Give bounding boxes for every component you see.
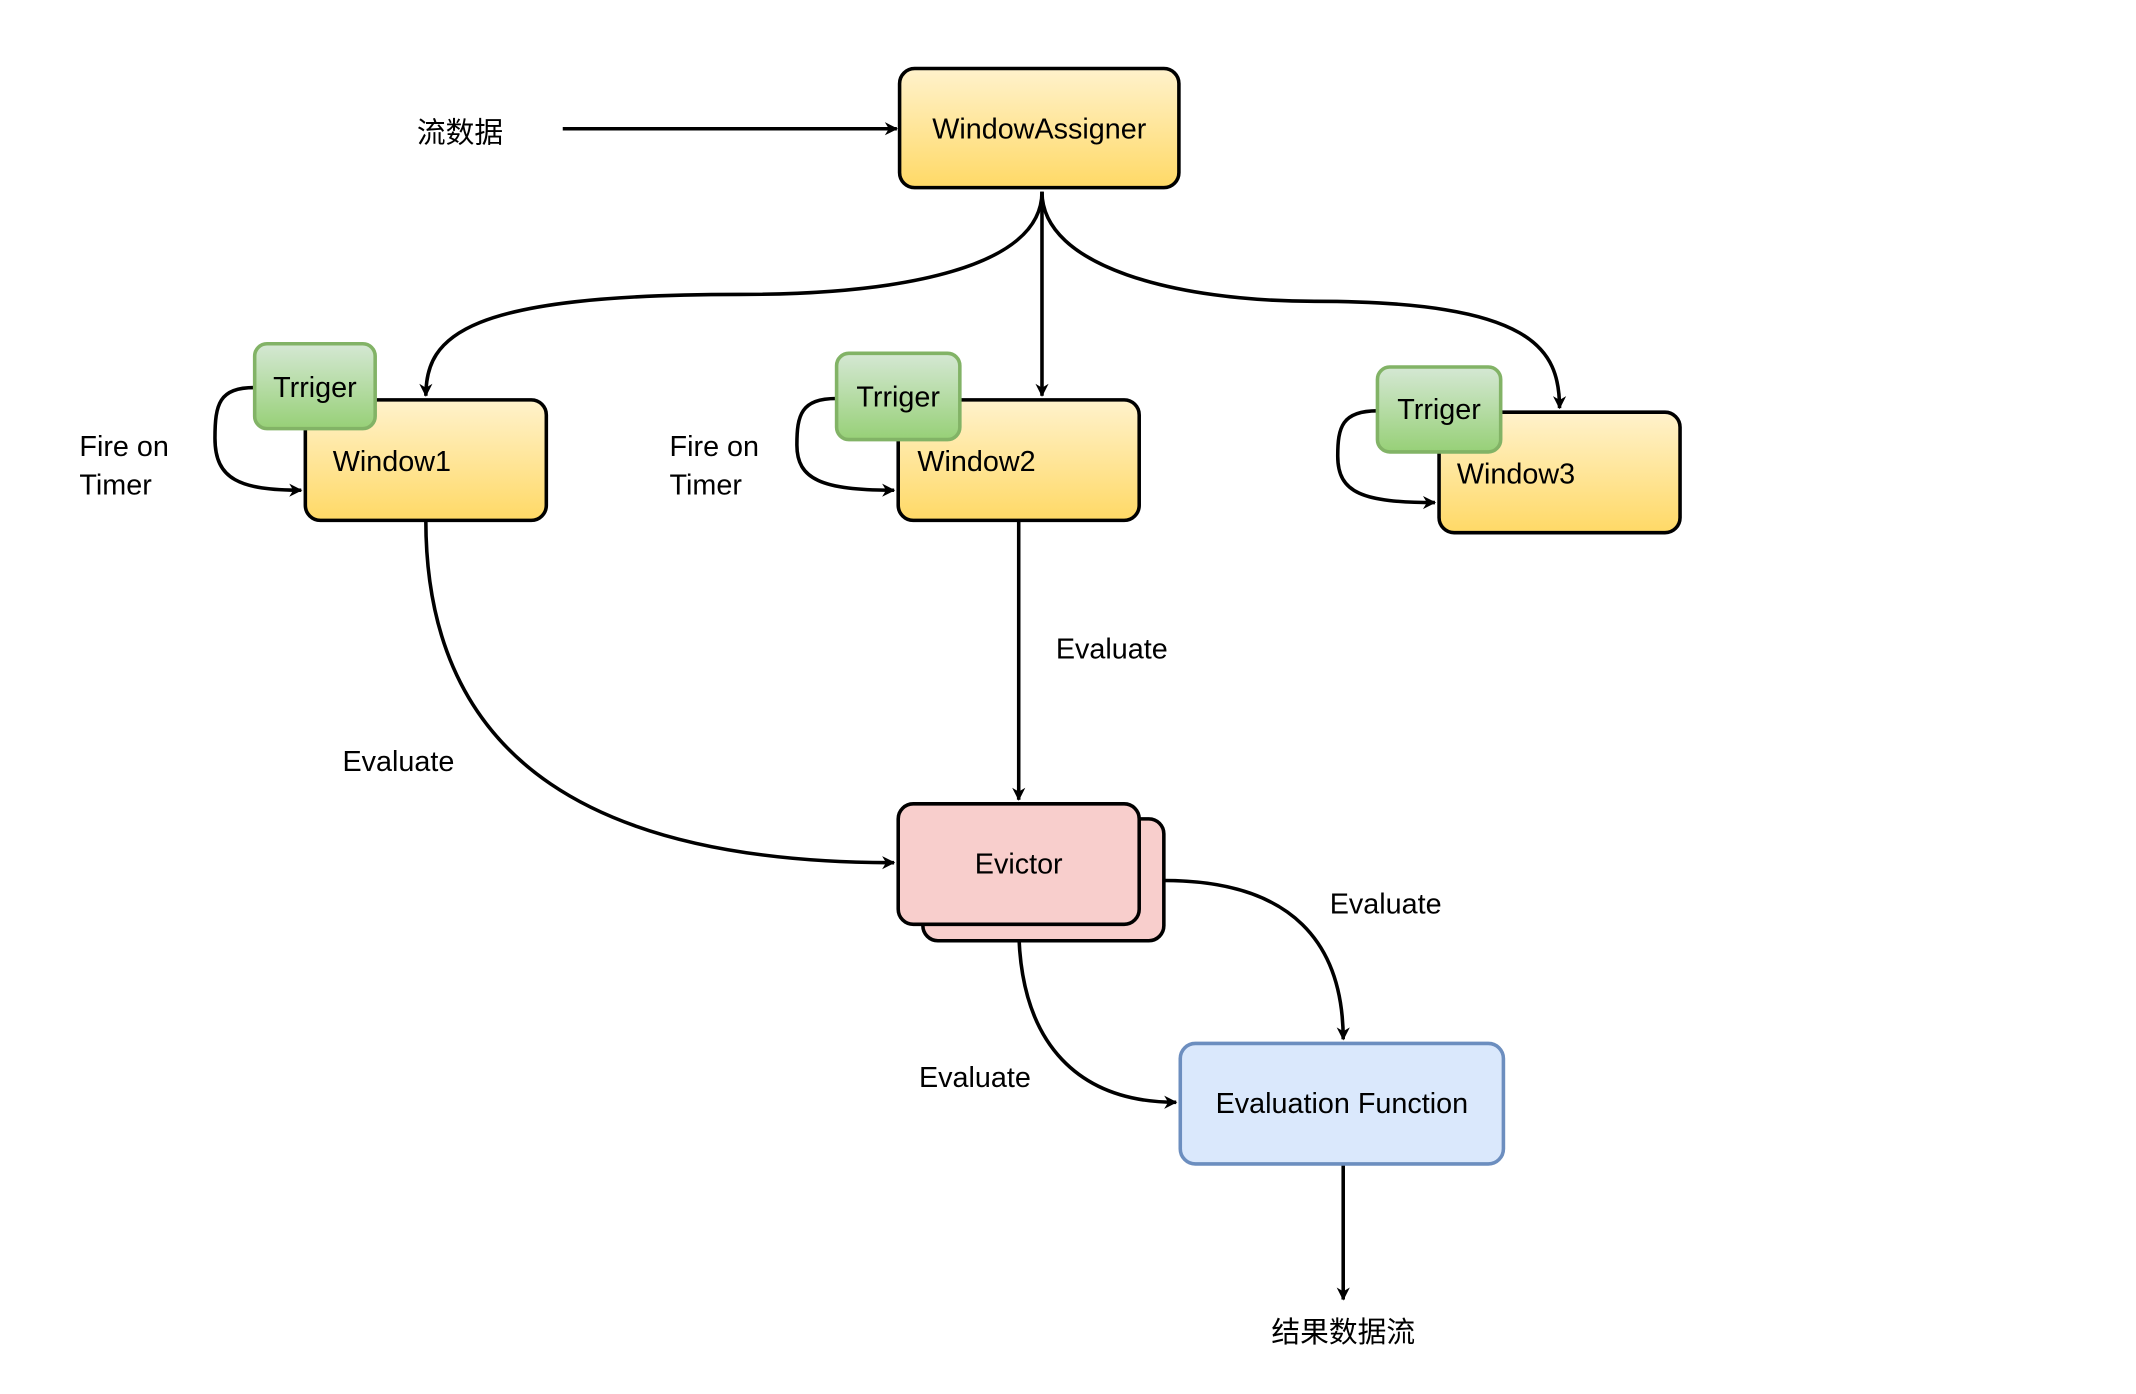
edge-window1-to-evictor [424,520,896,870]
edge-evictor-to-function-bottom [1016,924,1178,1109]
window2-label: Window2 [917,446,1035,478]
trigger3-node: Trriger [1375,365,1503,454]
evaluate-label-window2: Evaluate [1056,634,1168,666]
evaluation-function-node: Evaluation Function [1178,1041,1506,1166]
window-assigner-node: WindowAssigner [897,66,1181,190]
window-assigner-label: WindowAssigner [932,113,1147,145]
trigger1-node: Trriger [252,341,377,431]
evaluate-label-window1: Evaluate [343,746,455,778]
output-stream-label: 结果数据流 [1271,1315,1415,1349]
trigger2-node: Trriger [834,351,962,442]
evictor-node: Evictor [896,802,1166,943]
fire-on-timer-label-1: Fire on Timer [79,431,168,501]
evaluation-function-label: Evaluation Function [1216,1088,1469,1120]
flink-window-diagram: 流数据 结果数据流 Fire on Timer Fire on Timer Eval… [79,66,1682,1349]
edge-evictor-to-function-right [1163,878,1350,1041]
trigger1-label: Trriger [273,372,357,404]
input-stream-label: 流数据 [417,115,503,149]
window1-label: Window1 [333,446,451,478]
fire-on-timer-label-2: Fire on Timer [670,431,759,501]
trigger3-label: Trriger [1397,394,1481,426]
evaluate-label-evictor-right: Evaluate [1330,888,1442,920]
trigger2-label: Trriger [856,382,940,414]
window3-label: Window3 [1457,458,1575,490]
evaluate-label-evictor-bottom: Evaluate [919,1062,1031,1094]
evictor-label: Evictor [975,849,1063,881]
